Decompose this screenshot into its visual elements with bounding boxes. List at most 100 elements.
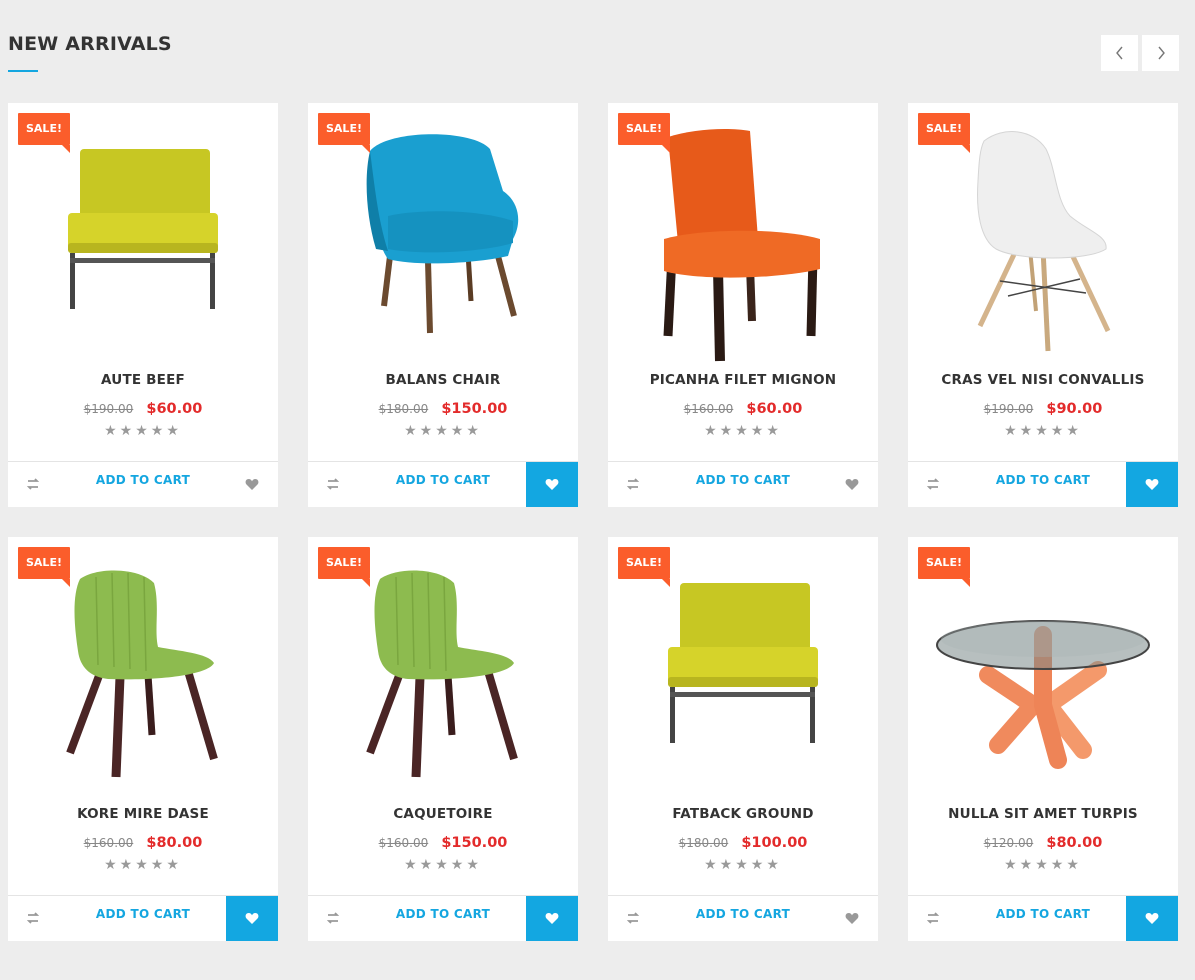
chevron-left-icon	[1115, 46, 1123, 60]
wishlist-button[interactable]	[826, 462, 878, 507]
white-eames-chair-image	[977, 131, 1111, 352]
compare-icon	[926, 478, 940, 490]
compare-button[interactable]	[324, 475, 342, 493]
wishlist-button[interactable]	[526, 462, 578, 507]
add-to-cart-button[interactable]: ADD TO CART	[978, 473, 1108, 487]
carousel-prev-button[interactable]	[1101, 35, 1138, 71]
wishlist-button[interactable]	[1126, 896, 1178, 941]
old-price: $160.00	[83, 836, 134, 850]
product-image[interactable]	[608, 121, 878, 366]
chevron-right-icon	[1157, 46, 1165, 60]
old-price: $160.00	[378, 836, 429, 850]
heart-icon	[545, 912, 559, 924]
rating-stars: ★★★★★	[704, 423, 782, 439]
compare-icon	[626, 478, 640, 490]
product-name[interactable]: FATBACK GROUND	[608, 806, 878, 822]
product-image[interactable]	[908, 555, 1178, 800]
product-image[interactable]	[8, 555, 278, 800]
compare-button[interactable]	[924, 909, 942, 927]
product-image[interactable]	[308, 555, 578, 800]
wishlist-button[interactable]	[826, 896, 878, 941]
compare-button[interactable]	[624, 475, 642, 493]
old-price: $180.00	[378, 402, 429, 416]
compare-icon	[326, 478, 340, 490]
compare-icon	[926, 912, 940, 924]
title-underline	[8, 70, 38, 72]
sale-price: $60.00	[746, 401, 803, 417]
compare-button[interactable]	[924, 475, 942, 493]
wishlist-button[interactable]	[526, 896, 578, 941]
product-card: SALE! BALANS CHAIR $180.00 $150.00 ★★★★★…	[308, 103, 578, 507]
compare-button[interactable]	[624, 909, 642, 927]
add-to-cart-button[interactable]: ADD TO CART	[378, 907, 508, 921]
sale-badge: SALE!	[918, 113, 970, 153]
product-name[interactable]: CRAS VEL NISI CONVALLIS	[908, 372, 1178, 388]
price-row: $160.00 $150.00	[308, 832, 578, 851]
carousel-next-button[interactable]	[1142, 35, 1179, 71]
add-to-cart-button[interactable]: ADD TO CART	[78, 473, 208, 487]
product-name[interactable]: AUTE BEEF	[8, 372, 278, 388]
product-name[interactable]: PICANHA FILET MIGNON	[608, 372, 878, 388]
green-wood-chair-image	[366, 570, 518, 778]
sale-price: $90.00	[1046, 401, 1103, 417]
add-to-cart-button[interactable]: ADD TO CART	[378, 473, 508, 487]
product-card: SALE! CRAS VEL NISI CONVALLIS $190.00 $9…	[908, 103, 1178, 507]
sale-badge: SALE!	[318, 547, 370, 587]
yellow-lounge-chair-image	[68, 149, 218, 309]
add-to-cart-button[interactable]: ADD TO CART	[678, 473, 808, 487]
product-image[interactable]	[8, 121, 278, 366]
sale-badge: SALE!	[618, 113, 670, 153]
product-name[interactable]: CAQUETOIRE	[308, 806, 578, 822]
compare-icon	[626, 912, 640, 924]
sale-badge: SALE!	[618, 547, 670, 587]
old-price: $190.00	[83, 402, 134, 416]
product-card: SALE! CAQUETOIRE $160.00 $150.00 ★★★★★ A…	[308, 537, 578, 941]
compare-icon	[26, 478, 40, 490]
product-name[interactable]: BALANS CHAIR	[308, 372, 578, 388]
add-to-cart-button[interactable]: ADD TO CART	[978, 907, 1108, 921]
rating-stars: ★★★★★	[104, 857, 182, 873]
price-row: $120.00 $80.00	[908, 832, 1178, 851]
price-row: $190.00 $60.00	[8, 398, 278, 417]
heart-icon	[1145, 478, 1159, 490]
add-to-cart-button[interactable]: ADD TO CART	[78, 907, 208, 921]
old-price: $180.00	[678, 836, 729, 850]
sale-price: $150.00	[441, 835, 508, 851]
compare-button[interactable]	[24, 475, 42, 493]
green-wood-chair-image	[66, 570, 218, 778]
product-image[interactable]	[608, 555, 878, 800]
compare-icon	[26, 912, 40, 924]
wishlist-button[interactable]	[1126, 462, 1178, 507]
wishlist-button[interactable]	[226, 462, 278, 507]
product-card: SALE! AUTE BEEF $190.00 $60.00 ★★★★★ ADD…	[8, 103, 278, 507]
heart-icon	[245, 912, 259, 924]
sale-badge: SALE!	[918, 547, 970, 587]
rating-stars: ★★★★★	[704, 857, 782, 873]
heart-icon	[245, 478, 259, 490]
heart-icon	[845, 912, 859, 924]
old-price: $190.00	[983, 402, 1034, 416]
compare-button[interactable]	[324, 909, 342, 927]
heart-icon	[1145, 912, 1159, 924]
add-to-cart-button[interactable]: ADD TO CART	[678, 907, 808, 921]
price-row: $190.00 $90.00	[908, 398, 1178, 417]
glass-table-image	[936, 620, 1150, 769]
product-image[interactable]	[908, 121, 1178, 366]
old-price: $160.00	[683, 402, 734, 416]
price-row: $180.00 $150.00	[308, 398, 578, 417]
product-card: SALE! PICANHA FILET MIGNON $160.00 $60.0…	[608, 103, 878, 507]
product-card: SALE! NULLA SIT AMET TURPIS $120.00 $80.…	[908, 537, 1178, 941]
rating-stars: ★★★★★	[1004, 423, 1082, 439]
price-row: $160.00 $80.00	[8, 832, 278, 851]
rating-stars: ★★★★★	[404, 857, 482, 873]
product-name[interactable]: NULLA SIT AMET TURPIS	[908, 806, 1178, 822]
sale-badge: SALE!	[318, 113, 370, 153]
wishlist-button[interactable]	[226, 896, 278, 941]
product-name[interactable]: KORE MIRE DASE	[8, 806, 278, 822]
price-row: $180.00 $100.00	[608, 832, 878, 851]
compare-button[interactable]	[24, 909, 42, 927]
price-row: $160.00 $60.00	[608, 398, 878, 417]
blue-armchair-image	[366, 134, 519, 334]
product-image[interactable]	[308, 121, 578, 366]
rating-stars: ★★★★★	[404, 423, 482, 439]
